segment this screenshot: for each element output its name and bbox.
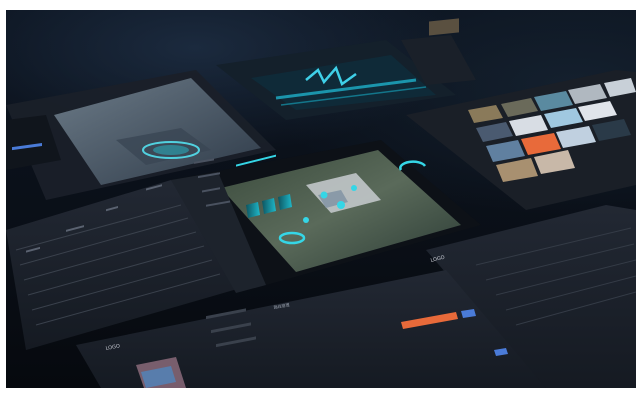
screens-montage: LOGO LOGO 路线管理 xyxy=(6,10,636,388)
screen-structure-model xyxy=(216,18,476,120)
montage-svg: LOGO LOGO 路线管理 xyxy=(6,18,636,388)
